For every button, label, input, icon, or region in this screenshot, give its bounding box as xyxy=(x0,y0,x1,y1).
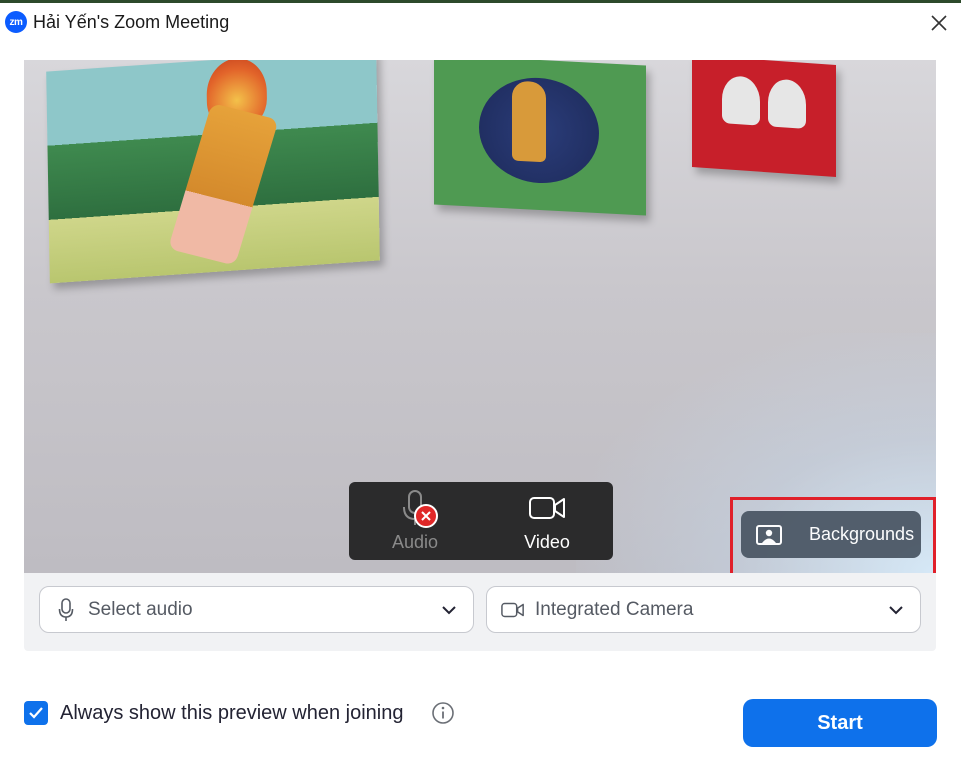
chevron-down-icon xyxy=(889,605,903,614)
audio-device-select[interactable]: Select audio xyxy=(39,586,474,633)
info-icon[interactable] xyxy=(431,701,455,725)
title-bar: zm Hải Yến's Zoom Meeting xyxy=(0,3,961,41)
window-title: Hải Yến's Zoom Meeting xyxy=(33,12,230,32)
close-icon[interactable] xyxy=(925,9,953,37)
astronaut-painting-image xyxy=(434,60,646,216)
red-painting-image xyxy=(692,60,836,178)
microphone-icon xyxy=(393,488,438,528)
audio-label: Audio xyxy=(391,532,439,552)
video-label: Video xyxy=(524,532,570,552)
start-button[interactable]: Start xyxy=(743,699,937,747)
badge-shape xyxy=(722,75,760,126)
backgrounds-label: Backgrounds xyxy=(809,524,915,544)
audio-video-controls: Audio Video xyxy=(349,482,613,560)
audio-button[interactable]: Audio xyxy=(349,482,481,560)
zoom-logo-icon: zm xyxy=(5,11,27,33)
mute-badge-icon xyxy=(414,504,438,528)
microphone-icon xyxy=(54,597,78,622)
badge-shape xyxy=(768,78,806,129)
camera-icon xyxy=(501,598,525,622)
camera-device-select[interactable]: Integrated Camera xyxy=(486,586,921,633)
always-show-preview-label[interactable]: Always show this preview when joining xyxy=(60,702,404,725)
video-camera-icon xyxy=(525,488,569,528)
chevron-down-icon xyxy=(442,605,456,614)
torch-painting-image xyxy=(46,60,380,284)
astronaut-shape xyxy=(512,80,546,163)
checkmark-icon xyxy=(29,707,43,719)
camera-device-value: Integrated Camera xyxy=(535,598,694,620)
always-show-preview-checkbox[interactable] xyxy=(24,701,48,725)
background-image-icon xyxy=(756,524,782,545)
backgrounds-button[interactable]: Backgrounds xyxy=(741,511,921,558)
torch-shape xyxy=(167,102,279,266)
audio-device-value: Select audio xyxy=(88,598,193,620)
video-button[interactable]: Video xyxy=(481,482,613,560)
